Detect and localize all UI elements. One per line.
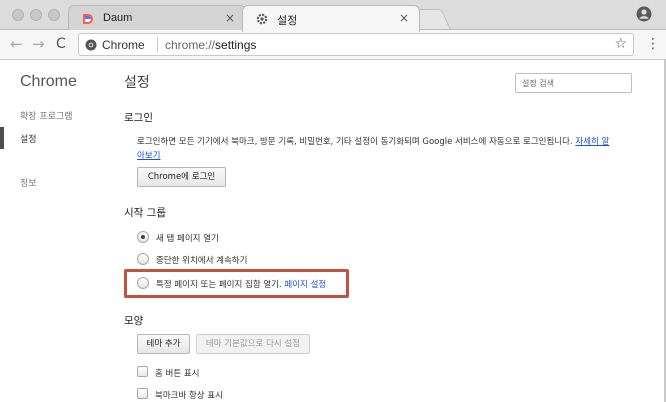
radio-label: 중단한 위치에서 계속하기 — [156, 256, 248, 266]
tab-title: Daum — [103, 12, 133, 24]
gear-icon — [256, 13, 268, 25]
close-window-button[interactable] — [12, 9, 24, 21]
radio-label: 새 탭 페이지 열기 — [156, 234, 219, 244]
omnibox-chrome-label: Chrome — [102, 38, 145, 52]
login-heading: 로그인 — [124, 112, 153, 124]
browser-menu-icon[interactable]: ⋮ — [646, 36, 660, 52]
address-bar[interactable]: Chrome chrome://settings ☆ — [78, 33, 634, 56]
sidebar-active-indicator — [0, 127, 4, 149]
forward-arrow-icon[interactable]: → — [32, 35, 45, 53]
settings-search-input[interactable]: 설정 검색 — [515, 73, 632, 93]
checkbox-label: 홈 버튼 표시 — [155, 369, 200, 379]
back-arrow-icon[interactable]: ← — [10, 35, 23, 53]
daum-favicon-icon — [83, 14, 93, 24]
reload-icon[interactable]: C — [56, 36, 66, 52]
omnibox-divider — [157, 37, 158, 52]
url-text: chrome://settings — [165, 38, 256, 52]
checkbox[interactable] — [137, 366, 148, 377]
browser-toolbar: ← → C Chrome chrome://settings ☆ ⋮ — [0, 30, 666, 60]
sidebar-item-extensions[interactable]: 확장 프로그램 — [20, 109, 73, 122]
close-tab-icon[interactable]: × — [225, 11, 235, 25]
sidebar-title: Chrome — [20, 73, 77, 90]
startup-heading: 시작 그룹 — [124, 207, 166, 219]
bookmark-star-icon[interactable]: ☆ — [614, 36, 627, 52]
profile-icon[interactable] — [636, 6, 652, 22]
login-description-text: 로그인하면 모든 기기에서 북마크, 방문 기록, 비밀번호, 기타 설정이 동… — [137, 137, 576, 147]
tab-title: 설정 — [277, 15, 298, 27]
sidebar-item-settings[interactable]: 설정 — [20, 132, 37, 145]
highlight-annotation-box — [124, 269, 349, 298]
tab-settings[interactable]: 설정 × — [242, 5, 420, 32]
tab-strip: Daum × 설정 × — [0, 0, 666, 32]
chrome-sign-in-button[interactable]: Chrome에 로그인 — [137, 167, 226, 187]
sidebar-item-about[interactable]: 정보 — [20, 176, 37, 189]
chrome-logo-icon — [85, 39, 97, 51]
url-scheme: chrome:// — [165, 38, 216, 52]
radio-button-checked[interactable] — [137, 231, 149, 243]
zoom-window-button[interactable] — [48, 9, 60, 21]
checkbox-label: 북마크바 항상 표시 — [155, 391, 223, 401]
checkbox[interactable] — [137, 388, 148, 399]
login-description: 로그인하면 모든 기기에서 북마크, 방문 기록, 비밀번호, 기타 설정이 동… — [137, 135, 617, 163]
url-path: settings — [215, 38, 257, 52]
page-title: 설정 — [124, 75, 150, 91]
close-tab-icon[interactable]: × — [399, 11, 409, 25]
tab-daum[interactable]: Daum × — [68, 5, 246, 31]
add-theme-button[interactable]: 테마 추가 — [137, 334, 190, 354]
appearance-heading: 모양 — [124, 315, 144, 327]
reset-theme-button[interactable]: 테마 기본값으로 다시 설정 — [196, 334, 310, 354]
minimize-window-button[interactable] — [30, 9, 42, 21]
radio-button[interactable] — [137, 253, 149, 265]
